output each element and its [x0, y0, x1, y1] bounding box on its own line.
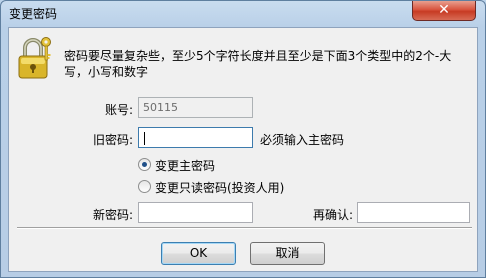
- radio-label: 变更只读密码(投资人用): [155, 181, 285, 195]
- divider: [17, 227, 472, 229]
- radio-button-checked[interactable]: [138, 158, 151, 171]
- new-password-label: 新密码:: [92, 208, 133, 222]
- dialog-window: 变更密码 ✕ 密码要尽量复杂些，至少5个字符长度并且至少是下面3个类型中的2个-…: [0, 0, 486, 278]
- close-icon: ✕: [438, 2, 450, 18]
- account-field: 50115: [138, 97, 253, 118]
- window-title: 变更密码: [9, 7, 58, 21]
- confirm-password-label: 再确认:: [312, 208, 353, 222]
- ok-button[interactable]: OK: [161, 242, 236, 265]
- radio-label: 变更主密码: [155, 159, 216, 173]
- password-requirements-text: 密码要尽量复杂些，至少5个字符长度并且至少是下面3个类型中的2个-大写，小写和数…: [64, 49, 452, 79]
- old-password-hint: 必须输入主密码: [260, 133, 345, 147]
- account-value: 50115: [143, 101, 178, 114]
- cancel-button[interactable]: 取消: [250, 242, 325, 265]
- close-button[interactable]: ✕: [412, 1, 476, 21]
- dialog-body: 密码要尽量复杂些，至少5个字符长度并且至少是下面3个类型中的2个-大写，小写和数…: [8, 27, 478, 272]
- lock-with-keys-icon: [18, 37, 51, 79]
- old-password-field[interactable]: [138, 127, 253, 148]
- title-bar[interactable]: 变更密码 ✕: [1, 1, 485, 23]
- text-cursor: [144, 131, 145, 145]
- confirm-password-field[interactable]: [357, 202, 470, 223]
- old-password-label: 旧密码:: [92, 133, 133, 147]
- radio-button-unchecked[interactable]: [138, 180, 151, 193]
- account-label: 账号:: [104, 103, 133, 117]
- new-password-field[interactable]: [138, 202, 253, 223]
